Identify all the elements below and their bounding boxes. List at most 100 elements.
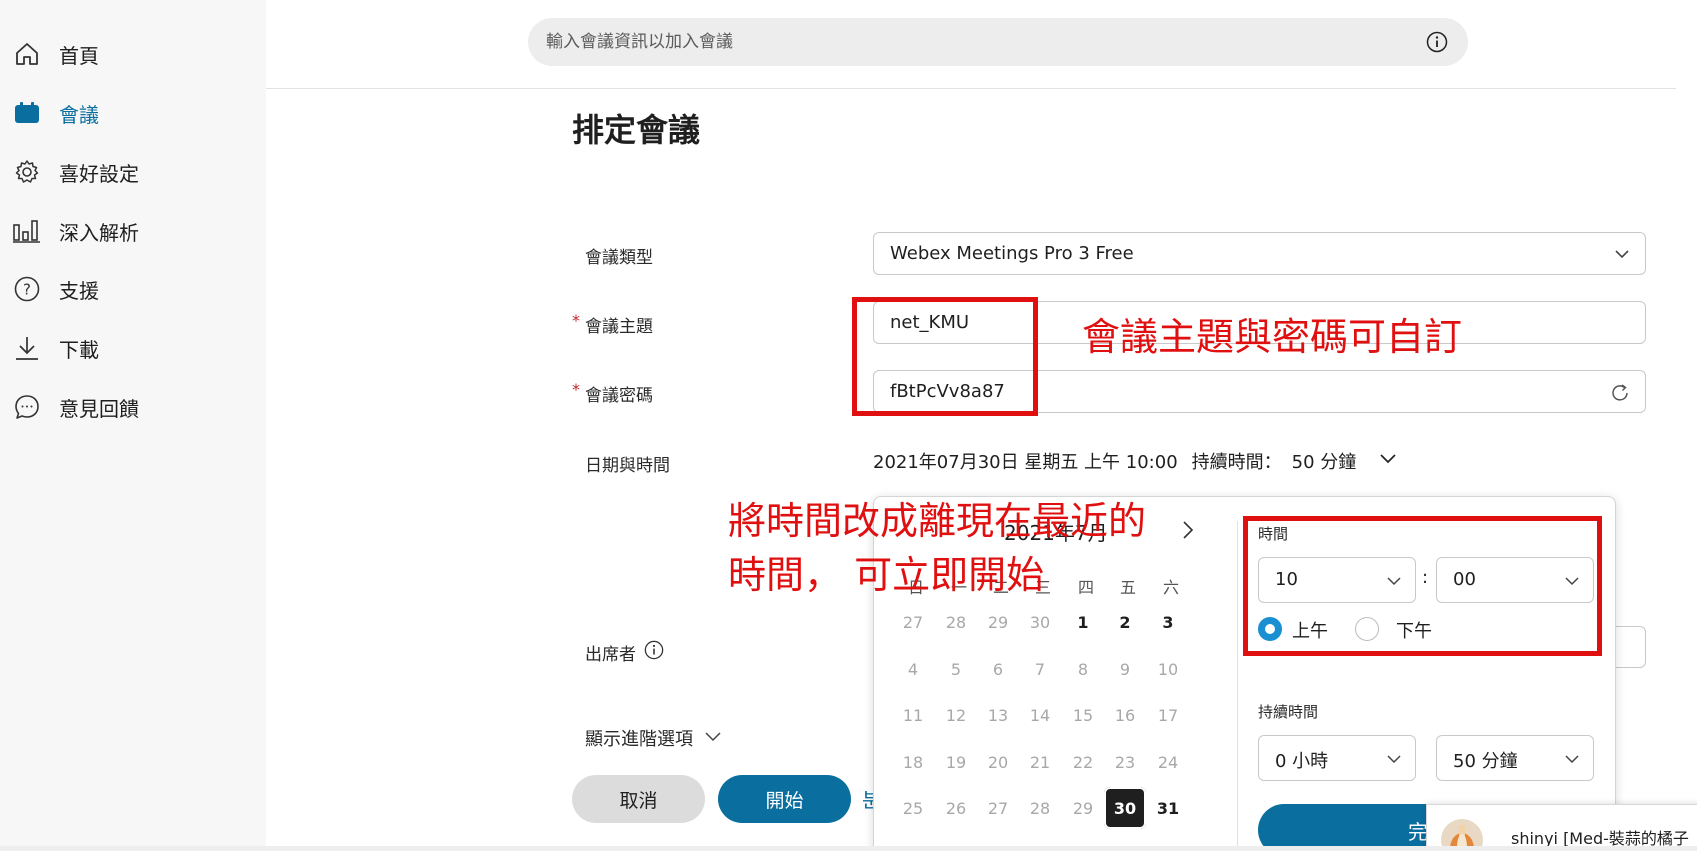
calendar-day[interactable]: 31 [1147, 787, 1189, 829]
calendar-icon [12, 98, 42, 128]
calendar-day[interactable]: 27 [892, 601, 934, 643]
attendees-label-row: 出席者 [585, 640, 664, 665]
sidebar-item-download[interactable]: 下載 [0, 324, 266, 372]
calendar-day[interactable]: 16 [1104, 694, 1146, 736]
calendar-day[interactable]: 19 [935, 741, 977, 783]
calendar-day[interactable]: 28 [935, 601, 977, 643]
chat-icon [12, 392, 42, 422]
sidebar-item-label: 首頁 [59, 43, 99, 68]
sidebar-item-label: 深入解析 [59, 220, 139, 245]
weekday-label: 四 [1077, 578, 1094, 597]
calendar-day[interactable]: 17 [1147, 694, 1189, 736]
calendar-day[interactable]: 4 [892, 648, 934, 690]
calendar-day[interactable]: 25 [892, 787, 934, 829]
meeting-password-label: 會議密碼 [585, 386, 653, 406]
info-icon[interactable] [1426, 31, 1448, 57]
calendar-day[interactable]: 11 [892, 694, 934, 736]
chevron-down-icon [1613, 245, 1631, 267]
annotation-topic-note: 會議主題與密碼可自訂 [1082, 315, 1463, 359]
calendar-day[interactable]: 22 [1062, 741, 1104, 783]
calendar-day[interactable]: 28 [1019, 787, 1061, 829]
calendar-day[interactable]: 18 [892, 741, 934, 783]
participant-toast[interactable]: shinyi [Med-裝蒜的橘子 [1426, 804, 1697, 851]
calendar-day[interactable]: 30 [1104, 787, 1146, 829]
sidebar-item-label: 喜好設定 [59, 161, 139, 186]
calendar-day[interactable]: 23 [1104, 741, 1146, 783]
meeting-type-select[interactable]: Webex Meetings Pro 3 Free [873, 232, 1646, 275]
calendar-day[interactable]: 21 [1019, 741, 1061, 783]
home-icon [12, 39, 42, 69]
calendar-day[interactable]: 10 [1147, 648, 1189, 690]
join-meeting-input[interactable] [546, 28, 1386, 56]
sidebar-item-insights[interactable]: 深入解析 [0, 207, 266, 255]
datetime-label: 日期與時間 [585, 456, 670, 476]
bar-chart-icon [12, 216, 42, 246]
info-icon[interactable] [644, 640, 664, 665]
advanced-options-toggle[interactable]: 顯示進階選項 [585, 725, 723, 751]
calendar-day[interactable]: 14 [1019, 694, 1061, 736]
sidebar-item-label: 會議 [59, 102, 99, 127]
datetime-summary[interactable]: 2021年07月30日 星期五 上午 10:00 持續時間： 50 分鐘 [873, 448, 1398, 474]
join-meeting-search [528, 18, 1468, 66]
cancel-button[interactable]: 取消 [572, 775, 705, 823]
chevron-right-icon[interactable] [1179, 519, 1197, 545]
bottom-strip [0, 846, 1697, 851]
gear-icon [12, 157, 42, 187]
duration-minutes-select[interactable]: 50 分鐘 [1436, 735, 1594, 781]
help-icon: ? [12, 274, 42, 304]
page-title: 排定會議 [572, 111, 701, 149]
chevron-down-icon [1385, 750, 1403, 772]
download-icon [12, 333, 42, 363]
calendar-day[interactable]: 30 [1019, 601, 1061, 643]
calendar-day[interactable]: 6 [977, 648, 1019, 690]
annotation-box-topic-password [852, 297, 1038, 416]
meeting-topic-label: 會議主題 [585, 317, 653, 337]
datetime-value: 2021年07月30日 星期五 上午 10:00 [873, 452, 1178, 473]
calendar-day[interactable]: 3 [1147, 601, 1189, 643]
sidebar: 首頁 會議 喜好設定 深入解析 ? 支援 下載 意見回饋 [0, 0, 266, 851]
duration-summary-label: 持續時間： [1191, 452, 1282, 473]
duration-hours-value: 0 小時 [1275, 751, 1329, 772]
chevron-down-icon [1563, 750, 1581, 772]
sidebar-item-support[interactable]: ? 支援 [0, 265, 266, 313]
sidebar-item-label: 下載 [59, 337, 99, 362]
sidebar-item-label: 支援 [59, 278, 99, 303]
duration-hours-select[interactable]: 0 小時 [1258, 735, 1416, 781]
calendar-day[interactable]: 9 [1104, 648, 1146, 690]
calendar-day[interactable]: 29 [977, 601, 1019, 643]
weekday-label: 五 [1119, 578, 1136, 597]
meeting-type-label: 會議類型 [585, 248, 653, 268]
advanced-options-label: 顯示進階選項 [585, 729, 693, 750]
sidebar-item-feedback[interactable]: 意見回饋 [0, 383, 266, 431]
header-divider [266, 88, 1676, 89]
calendar-day[interactable]: 2 [1104, 601, 1146, 643]
calendar-day[interactable]: 5 [935, 648, 977, 690]
refresh-icon[interactable] [1609, 382, 1631, 408]
calendar-day[interactable]: 13 [977, 694, 1019, 736]
calendar-day[interactable]: 1 [1062, 601, 1104, 643]
calendar-day[interactable]: 27 [977, 787, 1019, 829]
duration-summary-value: 50 分鐘 [1291, 452, 1357, 473]
calendar-day[interactable]: 24 [1147, 741, 1189, 783]
start-button[interactable]: 開始 [718, 775, 851, 823]
svg-text:?: ? [23, 281, 31, 299]
calendar-day[interactable]: 15 [1062, 694, 1104, 736]
chevron-down-icon [1378, 449, 1398, 474]
sidebar-item-home[interactable]: 首頁 [0, 30, 266, 78]
calendar-day[interactable]: 8 [1062, 648, 1104, 690]
calendar-day[interactable]: 26 [935, 787, 977, 829]
sidebar-item-preferences[interactable]: 喜好設定 [0, 148, 266, 196]
meeting-type-value: Webex Meetings Pro 3 Free [890, 243, 1134, 264]
annotation-time-note-line2: 時間， 可立即開始 [728, 553, 1045, 597]
calendar-day[interactable]: 29 [1062, 787, 1104, 829]
calendar-day[interactable]: 20 [977, 741, 1019, 783]
required-mark: * [572, 380, 580, 399]
annotation-time-note-line1: 將時間改成離現在最近的 [728, 499, 1147, 543]
webex-window: 首頁 會議 喜好設定 深入解析 ? 支援 下載 意見回饋 輸入會議資訊以加入會議… [0, 0, 1697, 851]
sidebar-item-meetings[interactable]: 會議 [0, 89, 266, 137]
chevron-down-icon [703, 726, 723, 751]
sidebar-item-label: 意見回饋 [59, 396, 139, 421]
annotation-box-time [1243, 516, 1602, 656]
calendar-day[interactable]: 12 [935, 694, 977, 736]
calendar-day[interactable]: 7 [1019, 648, 1061, 690]
